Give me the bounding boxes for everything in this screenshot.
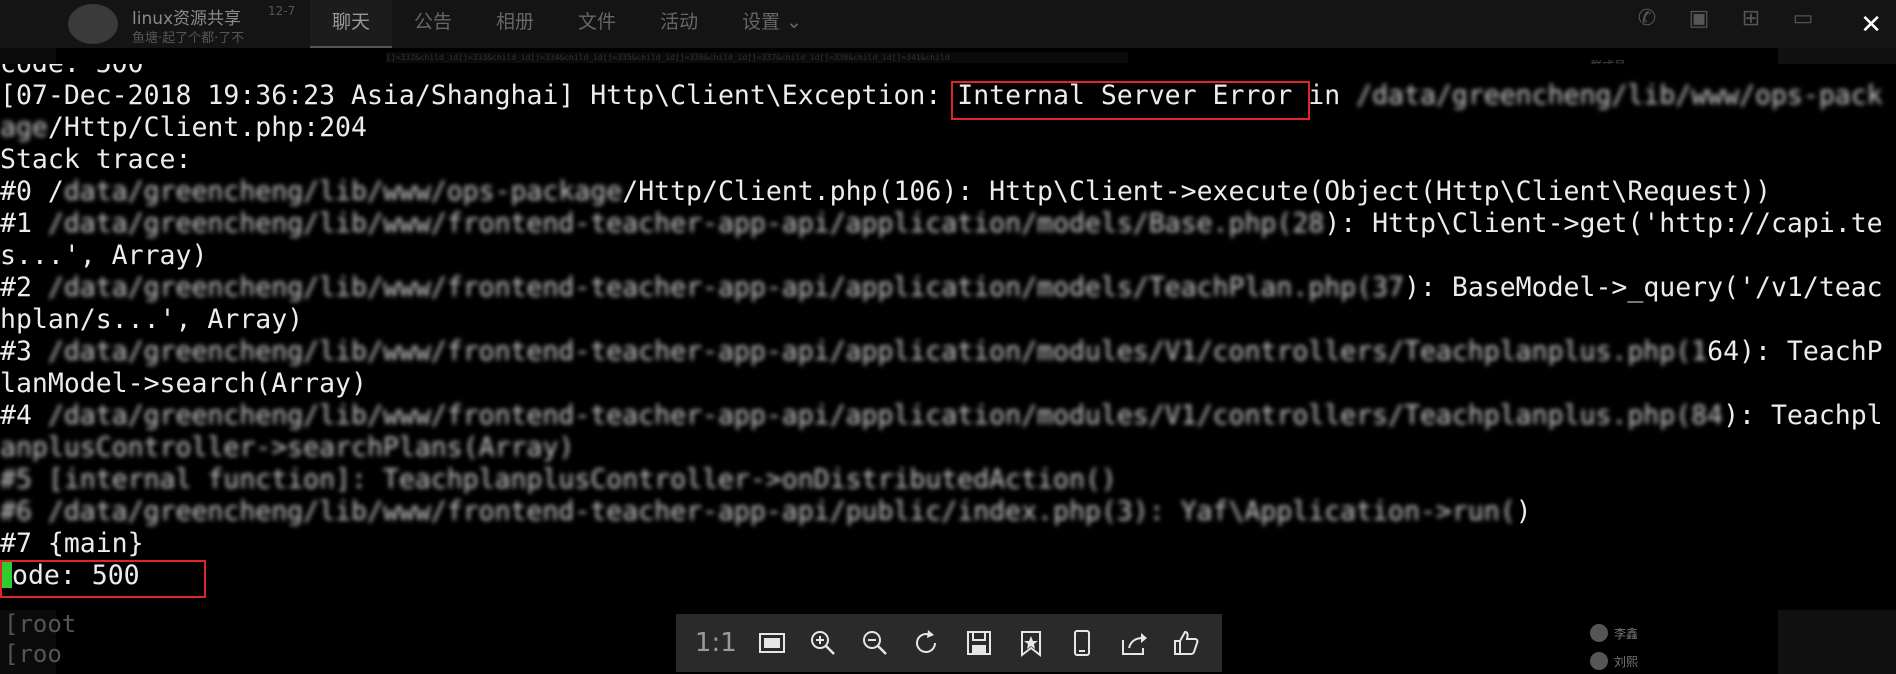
redacted-path: data/greencheng/lib/www/ops-package: [63, 176, 623, 207]
terminal-text: ): Teachpl: [1723, 400, 1883, 431]
member-item[interactable]: 李鑫: [1590, 624, 1638, 642]
group-time: 12-7: [268, 4, 296, 18]
terminal-line: anplusController->searchPlans(Array): [0, 432, 574, 464]
save-icon[interactable]: [962, 626, 996, 660]
terminal-line: #4 /data/greencheng/lib/www/frontend-tea…: [0, 400, 1883, 432]
code-highlight-box: [0, 560, 206, 598]
phone-icon[interactable]: [1065, 626, 1099, 660]
terminal-text: s...', Array): [0, 240, 208, 271]
header-icons: ✆ ▣ ⊞ ▭: [1634, 6, 1816, 32]
terminal-line: age/Http/Client.php:204: [0, 112, 367, 144]
terminal-text: #4: [0, 400, 48, 431]
window-icon[interactable]: ▭: [1790, 6, 1816, 32]
terminal-text: ): BaseModel->_query('/v1/teac: [1404, 272, 1883, 303]
left-fragment: [root: [4, 610, 77, 638]
rotate-icon[interactable]: [910, 626, 944, 660]
terminal-text: lanModel->search(Array): [0, 368, 367, 399]
fit-window-icon[interactable]: [755, 626, 789, 660]
avatar: [1590, 624, 1608, 642]
phone-call-icon[interactable]: ✆: [1634, 6, 1660, 32]
zoom-out-icon[interactable]: [858, 626, 892, 660]
error-highlight-box: [951, 81, 1310, 120]
terminal-line: #7 {main}: [0, 528, 144, 560]
redacted-path: age: [0, 112, 48, 143]
tab-announcement[interactable]: 公告: [392, 0, 474, 48]
terminal-line: #5 [internal function]: TeachplanplusCon…: [0, 464, 1117, 496]
terminal-line: #1 /data/greencheng/lib/www/frontend-tea…: [0, 208, 1883, 240]
tab-album[interactable]: 相册: [474, 0, 556, 48]
terminal-text: #3: [0, 336, 48, 367]
terminal-screenshot: code: 500 [07-Dec-2018 19:36:23 Asia/Sha…: [0, 64, 1896, 610]
terminal-text: code: 500: [0, 64, 144, 79]
terminal-line: s...', Array): [0, 240, 207, 272]
tab-chat[interactable]: 聊天: [310, 0, 393, 48]
member-name: 刘熙: [1614, 654, 1639, 669]
close-viewer-button[interactable]: ✕: [1860, 10, 1882, 40]
chat-bubble-icon[interactable]: ▣: [1686, 6, 1712, 32]
redacted-path: /data/greencheng/lib/www/frontend-teache…: [47, 272, 1404, 303]
redacted-path: /data/greencheng/lib/www/frontend-teache…: [47, 336, 1708, 367]
group-tabs: 聊天 公告 相册 文件 活动 设置 ⌄: [310, 0, 824, 48]
terminal-line: code: 500: [0, 64, 144, 80]
group-avatar[interactable]: [68, 4, 118, 44]
add-icon[interactable]: ⊞: [1738, 6, 1764, 32]
terminal-text: hplan/s...', Array): [0, 304, 304, 335]
member-item[interactable]: 刘熙: [1590, 652, 1638, 670]
terminal-line: #3 /data/greencheng/lib/www/frontend-tea…: [0, 336, 1883, 368]
terminal-text: ): Http\Client->get('http://capi.te: [1324, 208, 1883, 239]
terminal-text: Stack trace:: [0, 144, 192, 175]
chat-app-header: linux资源共享 12-7 鱼塘·起了个都·了不 聊天 公告 相册 文件 活动…: [0, 0, 1896, 48]
group-name: linux资源共享: [132, 9, 242, 29]
redacted-path: anplusController->searchPlans(Array): [0, 432, 575, 463]
zoom-in-icon[interactable]: [806, 626, 840, 660]
terminal-text: #2: [0, 272, 48, 303]
terminal-line: [07-Dec-2018 19:36:23 Asia/Shanghai] Htt…: [0, 80, 1883, 112]
share-icon[interactable]: [1117, 626, 1151, 660]
redacted-path: /data/greencheng/lib/www/ops-pack: [1356, 80, 1883, 111]
redacted-path: /data/greencheng/lib/www/frontend-teache…: [47, 400, 1724, 431]
group-subtitle: 鱼塘·起了个都·了不: [132, 31, 245, 46]
redacted-path: #5 [internal function]: TeachplanplusCon…: [0, 464, 1117, 495]
tab-files[interactable]: 文件: [556, 0, 638, 48]
terminal-line: #0 /data/greencheng/lib/www/ops-package/…: [0, 176, 1771, 208]
terminal-text: ): [1515, 496, 1532, 527]
terminal-text: [07-Dec-2018 19:36:23 Asia/Shanghai] Htt…: [0, 80, 958, 111]
tab-settings[interactable]: 设置 ⌄: [720, 0, 824, 48]
image-viewer-toolbar: 1:1: [676, 614, 1222, 672]
terminal-text: /Http/Client.php:204: [47, 112, 367, 143]
terminal-line: lanModel->search(Array): [0, 368, 367, 400]
like-icon[interactable]: [1169, 626, 1203, 660]
terminal-line: hplan/s...', Array): [0, 304, 303, 336]
left-fragment: [roo: [4, 640, 62, 668]
actual-size-button[interactable]: 1:1: [695, 628, 737, 658]
terminal-text: 64): TeachP: [1707, 336, 1883, 367]
avatar: [1590, 652, 1608, 670]
terminal-line: Stack trace:: [0, 144, 191, 176]
redacted-path: /data/greencheng/lib/www/frontend-teache…: [47, 208, 1325, 239]
terminal-text: /Http/Client.php(106): Http\Client->exec…: [622, 176, 1771, 207]
tab-activity[interactable]: 活动: [638, 0, 720, 48]
terminal-line: #2 /data/greencheng/lib/www/frontend-tea…: [0, 272, 1883, 304]
url-strip: []=332&child_id[]=333&child_id[]=334&chi…: [386, 52, 1128, 63]
redacted-path: #6 /data/greencheng/lib/www/frontend-tea…: [0, 496, 1516, 527]
terminal-text: #1: [0, 208, 48, 239]
member-name: 李鑫: [1614, 626, 1639, 641]
bookmark-icon[interactable]: [1014, 626, 1048, 660]
terminal-text: #0 /: [0, 176, 64, 207]
terminal-line: #6 /data/greencheng/lib/www/frontend-tea…: [0, 496, 1532, 528]
terminal-text: #7 {main}: [0, 528, 144, 559]
